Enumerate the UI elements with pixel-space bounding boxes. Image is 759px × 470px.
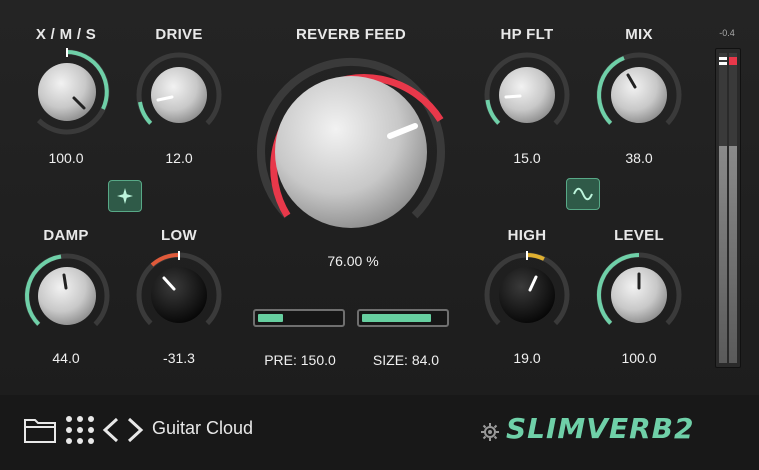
mix-knob[interactable] xyxy=(594,50,684,140)
folder-icon[interactable] xyxy=(24,417,56,443)
damp-knob[interactable] xyxy=(21,250,113,342)
preset-name[interactable]: Guitar Cloud xyxy=(152,418,253,439)
damp-label: DAMP xyxy=(43,227,89,244)
damp-value: 44.0 xyxy=(52,350,80,366)
level-label: LEVEL xyxy=(614,227,664,244)
xms-knob[interactable] xyxy=(21,46,113,138)
meter-readout: -0.4 xyxy=(719,28,735,38)
grid-icon[interactable] xyxy=(65,415,95,445)
high-label: HIGH xyxy=(507,227,547,244)
xms-value: 100.0 xyxy=(48,150,84,166)
size-bar-fill xyxy=(362,314,431,322)
xms-label: X / M / S xyxy=(35,26,97,43)
meter-right-channel xyxy=(729,53,737,363)
output-meter xyxy=(715,48,741,368)
hpflt-knob[interactable] xyxy=(482,50,572,140)
gear-icon[interactable] xyxy=(481,423,499,441)
app-logo: SLIMVERB2 xyxy=(506,412,695,445)
meter-left-channel xyxy=(719,53,727,363)
sparkle-button[interactable] xyxy=(108,180,142,212)
hpflt-value: 15.0 xyxy=(513,150,541,166)
reverb-feed-knob[interactable] xyxy=(253,54,449,250)
drive-label: DRIVE xyxy=(155,26,203,43)
reverb-feed-label: REVERB FEED xyxy=(296,26,406,43)
hpflt-label: HP FLT xyxy=(500,26,554,43)
low-knob[interactable] xyxy=(134,250,224,340)
drive-value: 12.0 xyxy=(165,150,193,166)
footer-bar: Guitar Cloud SLIMVERB2 xyxy=(0,395,759,470)
sparkle-icon xyxy=(117,188,133,204)
chevron-right-icon[interactable] xyxy=(126,417,144,443)
mix-label: MIX xyxy=(625,26,653,43)
reverb-feed-value: 76.00 % xyxy=(327,253,379,269)
high-value: 19.0 xyxy=(513,350,541,366)
low-label: LOW xyxy=(161,227,197,244)
low-value: -31.3 xyxy=(163,350,195,366)
level-knob[interactable] xyxy=(594,250,684,340)
chevron-left-icon[interactable] xyxy=(102,417,120,443)
meter-peak-left xyxy=(719,57,727,60)
mix-value: 38.0 xyxy=(625,150,653,166)
pre-bar-fill xyxy=(258,314,283,322)
sine-wave-icon xyxy=(573,187,593,201)
drive-knob[interactable] xyxy=(134,50,224,140)
high-knob[interactable] xyxy=(482,250,572,340)
plugin-panel: X / M / S 100.0 DRIVE 12.0 REVERB FEED 7… xyxy=(0,0,759,395)
level-value: 100.0 xyxy=(621,350,657,366)
pre-bar[interactable] xyxy=(253,309,345,327)
meter-clip-right xyxy=(729,57,737,65)
size-bar[interactable] xyxy=(357,309,449,327)
sine-wave-button[interactable] xyxy=(566,178,600,210)
size-value: SIZE: 84.0 xyxy=(372,352,440,368)
pre-value: PRE: 150.0 xyxy=(264,352,336,368)
meter-peak-left-2 xyxy=(719,62,727,65)
